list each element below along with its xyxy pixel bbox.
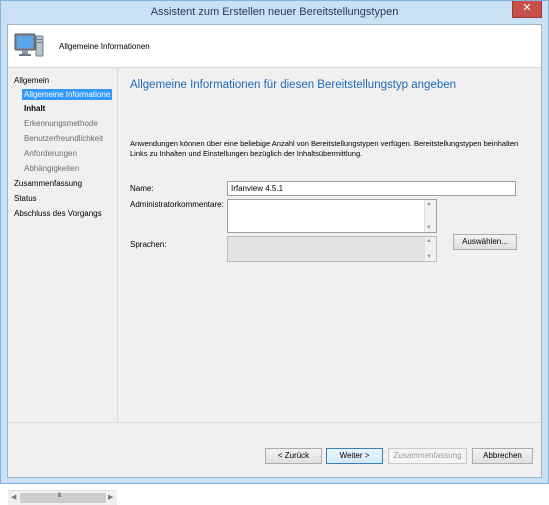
sidebar-horizontal-scrollbar[interactable]: ◀ III ▶ — [8, 490, 117, 505]
wizard-window: Assistent zum Erstellen neuer Bereitstel… — [0, 0, 549, 505]
nav-item-anforderungen[interactable]: Anforderungen — [24, 149, 77, 158]
nav-item-erkennungsmethode[interactable]: Erkennungsmethode — [24, 119, 98, 128]
comment-label: Administratorkommentare: — [130, 200, 224, 209]
scroll-down-icon: ▼ — [426, 254, 432, 260]
computer-monitor-icon — [14, 33, 44, 57]
name-label: Name: — [130, 184, 154, 193]
languages-scrollbar: ▲ ▼ — [424, 237, 436, 261]
nav-item-benutzerfreundlichkeit[interactable]: Benutzerfreundlichkeit — [24, 134, 103, 143]
back-button[interactable]: < Zurück — [265, 448, 322, 464]
nav-item-abschluss[interactable]: Abschluss des Vorgangs — [14, 209, 102, 218]
nav-item-zusammenfassung[interactable]: Zusammenfassung — [14, 179, 82, 188]
select-languages-button[interactable]: Auswählen... — [453, 234, 517, 250]
wizard-footer: < Zurück Weiter > Zusammenfassung Abbrec… — [8, 423, 541, 477]
wizard-header: Allgemeine Informationen — [8, 25, 541, 68]
name-input[interactable]: Irfanview 4.5.1 — [227, 181, 516, 196]
nav-item-status[interactable]: Status — [14, 194, 37, 203]
scroll-left-icon[interactable]: ◀ — [11, 493, 16, 501]
title-bar[interactable]: Assistent zum Erstellen neuer Bereitstel… — [1, 1, 548, 24]
nav-item-allgemein[interactable]: Allgemein — [14, 76, 49, 85]
page-title: Allgemeine Informationen für diesen Bere… — [130, 79, 457, 91]
languages-label: Sprachen: — [130, 240, 167, 249]
nav-item-allgemeine-informationen[interactable]: Allgemeine Informatione — [22, 89, 113, 100]
cancel-button[interactable]: Abbrechen — [472, 448, 533, 464]
window-title: Assistent zum Erstellen neuer Bereitstel… — [150, 6, 399, 18]
scroll-up-icon: ▲ — [426, 238, 432, 244]
summary-button[interactable]: Zusammenfassung — [388, 448, 467, 464]
scroll-up-icon[interactable]: ▲ — [426, 201, 432, 207]
header-title: Allgemeine Informationen — [59, 42, 150, 51]
scroll-down-icon[interactable]: ▼ — [426, 225, 432, 231]
admin-comment-textarea[interactable]: ▲ ▼ — [227, 199, 437, 233]
main-content: Allgemeine Informationen für diesen Bere… — [118, 68, 541, 465]
close-button[interactable]: ✕ — [512, 1, 542, 18]
close-icon: ✕ — [522, 2, 532, 14]
nav-item-abhaengigkeiten[interactable]: Abhängigkeiten — [24, 164, 79, 173]
next-button[interactable]: Weiter > — [326, 448, 383, 464]
comment-scrollbar[interactable]: ▲ ▼ — [424, 200, 436, 232]
page-description: Anwendungen können über eine beliebige A… — [130, 139, 519, 158]
nav-item-inhalt[interactable]: Inhalt — [24, 104, 45, 113]
scroll-right-icon[interactable]: ▶ — [108, 493, 113, 501]
languages-list: ▲ ▼ — [227, 236, 437, 262]
scroll-grip-icon: III — [58, 493, 61, 499]
scrollbar-thumb[interactable] — [20, 493, 106, 503]
wizard-navigation: Allgemein Allgemeine Informatione Inhalt… — [8, 68, 118, 505]
wizard-client-area: Allgemeine Informationen Allgemein Allge… — [7, 24, 542, 505]
